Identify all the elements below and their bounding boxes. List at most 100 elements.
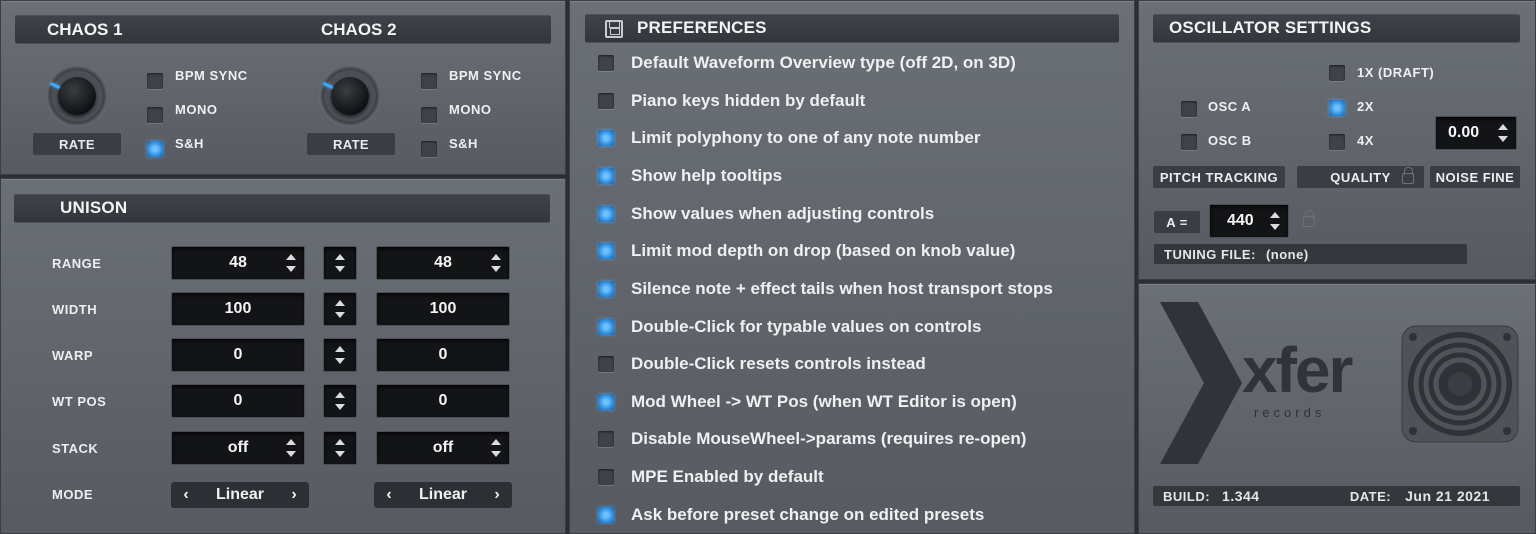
quality-4x-checkbox[interactable] bbox=[1329, 134, 1345, 150]
pref-item[interactable]: Show values when adjusting controls bbox=[598, 203, 934, 225]
chaos1-rate-knob[interactable] bbox=[46, 65, 108, 127]
pitch-tracking-button[interactable]: PITCH TRACKING bbox=[1153, 166, 1285, 188]
osc-a-label: OSC A bbox=[1208, 99, 1252, 114]
range-right-value: 48 bbox=[434, 254, 452, 271]
warp-link-spinner[interactable] bbox=[323, 338, 357, 372]
tuning-file-bar[interactable]: TUNING FILE: (none) bbox=[1154, 244, 1467, 264]
noise-fine-field[interactable]: 0.00 bbox=[1435, 116, 1517, 150]
pref-item[interactable]: Disable MouseWheel->params (requires re-… bbox=[598, 428, 1026, 450]
pref-checkbox[interactable] bbox=[598, 93, 614, 109]
mode-left-selector[interactable]: ‹ Linear › bbox=[171, 482, 309, 508]
mode-label: MODE bbox=[52, 487, 93, 502]
pref-checkbox[interactable] bbox=[598, 281, 614, 297]
wt-pos-right-field[interactable]: 0 bbox=[376, 384, 510, 418]
pref-checkbox[interactable] bbox=[598, 356, 614, 372]
width-left-field[interactable]: 100 bbox=[171, 292, 305, 326]
stack-left-field[interactable]: off bbox=[171, 431, 305, 465]
wt-pos-left-field[interactable]: 0 bbox=[171, 384, 305, 418]
stack-left-value: off bbox=[227, 439, 249, 456]
spinner-icon bbox=[335, 254, 345, 272]
pref-checkbox[interactable] bbox=[598, 431, 614, 447]
osc-a-checkbox[interactable] bbox=[1181, 101, 1197, 117]
width-link-spinner[interactable] bbox=[323, 292, 357, 326]
quality-4x-label: 4X bbox=[1357, 133, 1374, 148]
spinner-icon bbox=[286, 439, 296, 457]
chaos2-mono-checkbox[interactable] bbox=[421, 107, 437, 123]
chaos1-sh-checkbox[interactable] bbox=[147, 141, 163, 157]
pref-checkbox[interactable] bbox=[598, 469, 614, 485]
width-right-field[interactable]: 100 bbox=[376, 292, 510, 326]
pref-item[interactable]: Double-Click resets controls instead bbox=[598, 353, 926, 375]
pref-checkbox[interactable] bbox=[598, 55, 614, 71]
a-tuning-field[interactable]: 440 bbox=[1209, 204, 1289, 238]
pref-item[interactable]: Piano keys hidden by default bbox=[598, 90, 865, 112]
a-lock-icon[interactable] bbox=[1303, 210, 1315, 227]
chevron-right-icon[interactable]: › bbox=[484, 482, 510, 508]
stack-right-field[interactable]: off bbox=[376, 431, 510, 465]
chaos2-bpm-sync-checkbox[interactable] bbox=[421, 73, 437, 89]
tuning-file-value: (none) bbox=[1265, 246, 1309, 262]
pref-checkbox[interactable] bbox=[598, 168, 614, 184]
quality-button[interactable]: QUALITY bbox=[1297, 166, 1424, 188]
stack-link-spinner[interactable] bbox=[323, 431, 357, 465]
pref-item[interactable]: Double-Click for typable values on contr… bbox=[598, 316, 981, 338]
chaos1-bpm-sync-checkbox[interactable] bbox=[147, 73, 163, 89]
save-disk-icon[interactable] bbox=[605, 20, 623, 38]
pref-item[interactable]: Ask before preset change on edited prese… bbox=[598, 504, 984, 526]
range-left-value: 48 bbox=[229, 254, 247, 271]
pref-item[interactable]: Silence note + effect tails when host tr… bbox=[598, 278, 1053, 300]
width-left-value: 100 bbox=[224, 300, 252, 317]
spinner-icon bbox=[335, 439, 345, 457]
pref-checkbox[interactable] bbox=[598, 319, 614, 335]
pref-label: Double-Click for typable values on contr… bbox=[631, 317, 982, 336]
pref-item[interactable]: MPE Enabled by default bbox=[598, 466, 824, 488]
warp-label: WARP bbox=[52, 348, 93, 363]
warp-right-field[interactable]: 0 bbox=[376, 338, 510, 372]
range-right-field[interactable]: 48 bbox=[376, 246, 510, 280]
range-label: RANGE bbox=[52, 256, 102, 271]
chaos1-mono-checkbox[interactable] bbox=[147, 107, 163, 123]
osc-b-checkbox[interactable] bbox=[1181, 134, 1197, 150]
pref-label: Show values when adjusting controls bbox=[631, 204, 935, 223]
chaos2-rate-knob[interactable] bbox=[319, 65, 381, 127]
pref-checkbox[interactable] bbox=[598, 206, 614, 222]
preferences-panel bbox=[569, 0, 1135, 534]
warp-left-field[interactable]: 0 bbox=[171, 338, 305, 372]
noise-fine-button[interactable]: NOISE FINE bbox=[1430, 166, 1520, 188]
chaos2-sh-label: S&H bbox=[449, 136, 478, 151]
wt-pos-label: WT POS bbox=[52, 394, 107, 409]
quality-2x-checkbox[interactable] bbox=[1329, 100, 1345, 116]
width-right-value: 100 bbox=[429, 300, 457, 317]
quality-label: QUALITY bbox=[1330, 169, 1391, 185]
a-tuning-value: 440 bbox=[1227, 212, 1254, 229]
chaos1-rate-label: RATE bbox=[33, 133, 121, 155]
pref-item[interactable]: Limit polyphony to one of any note numbe… bbox=[598, 127, 980, 149]
pref-item[interactable]: Limit mod depth on drop (based on knob v… bbox=[598, 240, 1015, 262]
spinner-icon bbox=[491, 439, 501, 457]
chevron-left-icon[interactable]: ‹ bbox=[376, 482, 402, 508]
chaos2-mono-label: MONO bbox=[449, 102, 492, 117]
pref-checkbox[interactable] bbox=[598, 243, 614, 259]
range-left-field[interactable]: 48 bbox=[171, 246, 305, 280]
chaos-panel: CHAOS 1 CHAOS 2 RATE BPM SYNC MONO S&H R… bbox=[0, 0, 566, 175]
chaos2-sh-checkbox[interactable] bbox=[421, 141, 437, 157]
chaos1-sh-label: S&H bbox=[175, 136, 204, 151]
pref-checkbox[interactable] bbox=[598, 507, 614, 523]
mode-right-selector[interactable]: ‹ Linear › bbox=[374, 482, 512, 508]
pref-item[interactable]: Default Waveform Overview type (off 2D, … bbox=[598, 52, 1016, 74]
osc-b-label: OSC B bbox=[1208, 133, 1252, 148]
wt-pos-link-spinner[interactable] bbox=[323, 384, 357, 418]
pref-checkbox[interactable] bbox=[598, 394, 614, 410]
quality-1x-checkbox[interactable] bbox=[1329, 65, 1345, 81]
chevron-right-icon[interactable]: › bbox=[281, 482, 307, 508]
range-link-spinner[interactable] bbox=[323, 246, 357, 280]
pref-item[interactable]: Show help tooltips bbox=[598, 165, 782, 187]
quality-1x-label: 1X (DRAFT) bbox=[1357, 65, 1435, 80]
spinner-icon bbox=[491, 254, 501, 272]
wt-pos-left-value: 0 bbox=[233, 392, 243, 409]
pref-label: Limit mod depth on drop (based on knob v… bbox=[631, 241, 1016, 260]
xfer-logo-chevron-icon bbox=[1160, 302, 1242, 464]
chevron-left-icon[interactable]: ‹ bbox=[173, 482, 199, 508]
pref-item[interactable]: Mod Wheel -> WT Pos (when WT Editor is o… bbox=[598, 391, 1017, 413]
pref-checkbox[interactable] bbox=[598, 130, 614, 146]
